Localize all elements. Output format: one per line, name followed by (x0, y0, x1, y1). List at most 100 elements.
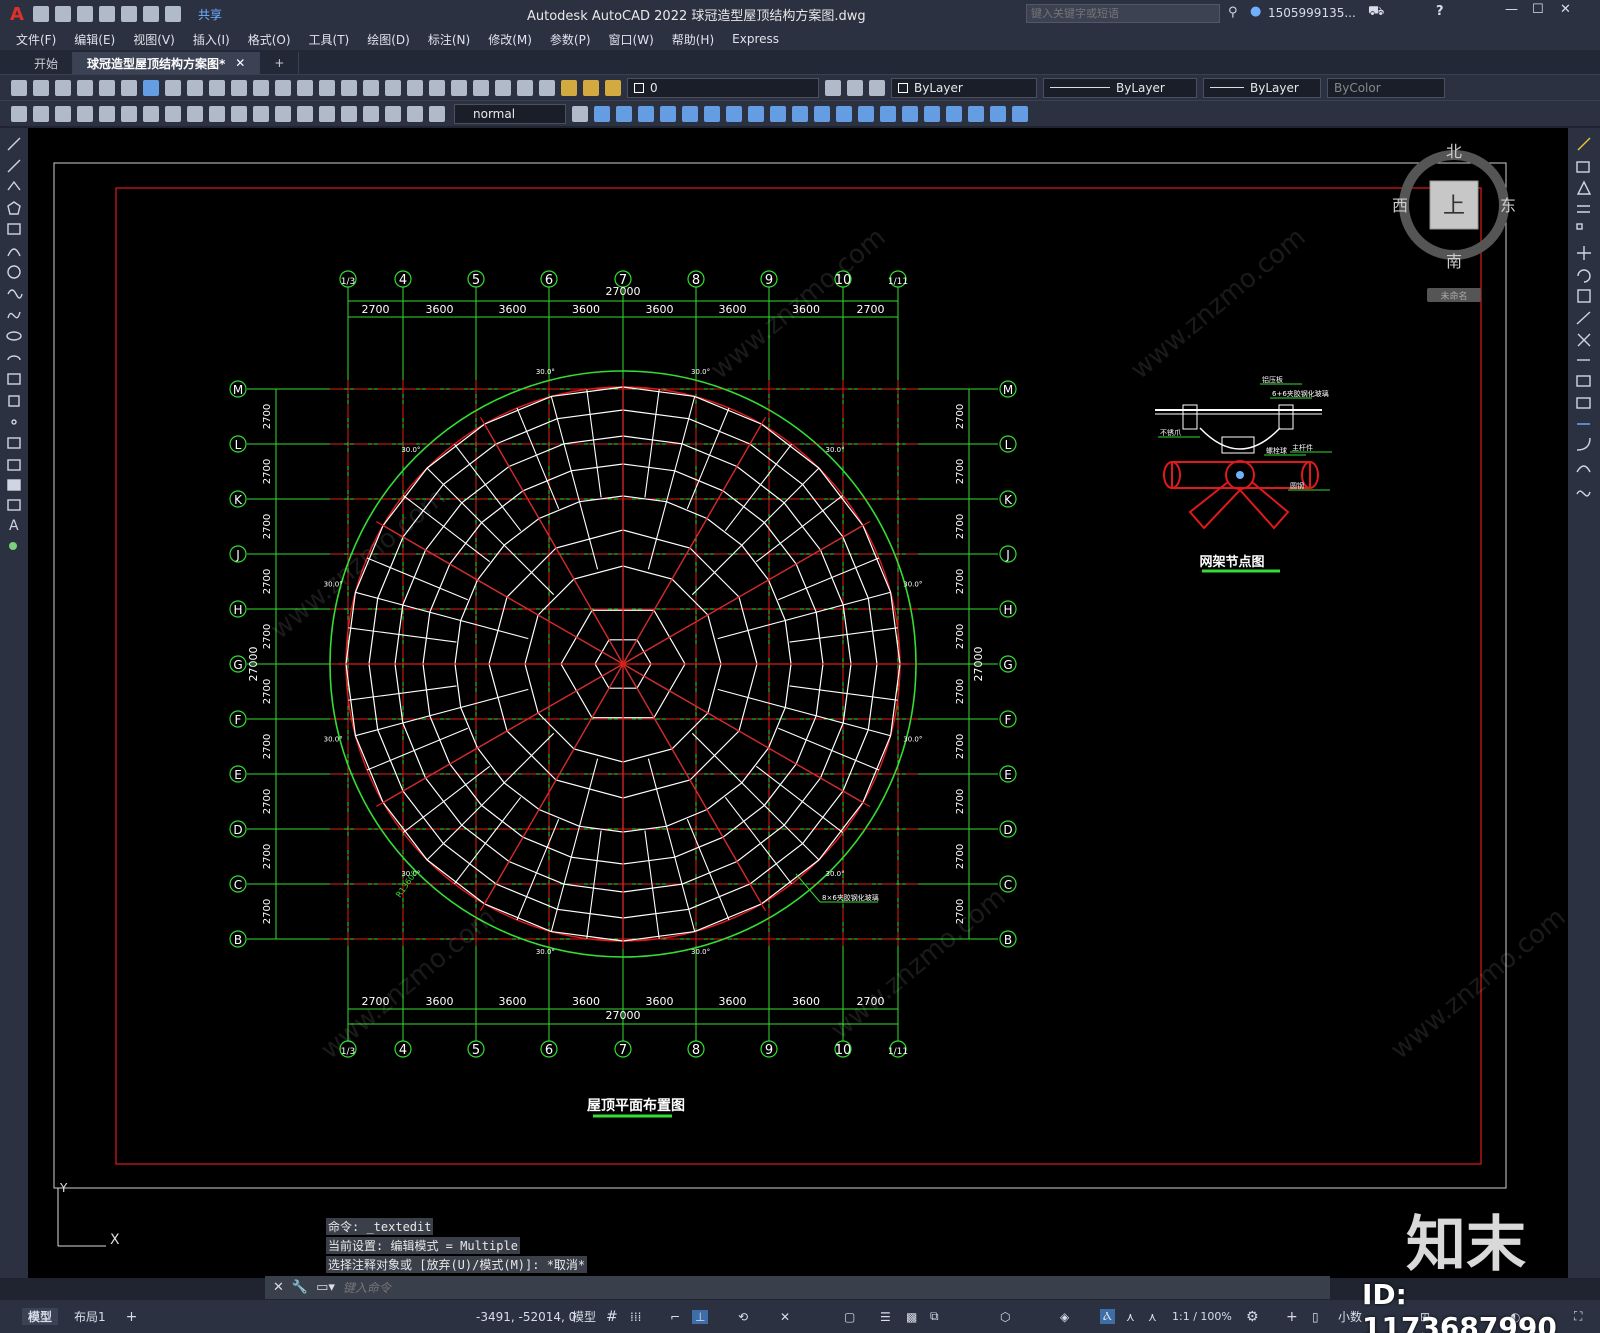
3d-move-icon[interactable] (946, 105, 962, 122)
menu-window[interactable]: 窗口(W) (609, 31, 654, 48)
redo-icon[interactable] (275, 79, 291, 96)
blend-icon[interactable] (1576, 465, 1591, 473)
menu-draw[interactable]: 绘图(D) (367, 31, 410, 48)
cone-icon[interactable] (638, 105, 654, 122)
open-icon[interactable] (54, 6, 71, 22)
layer-state-icon[interactable] (869, 79, 885, 96)
tolerance-icon[interactable] (297, 105, 313, 122)
center-mark-icon[interactable] (319, 105, 335, 122)
menu-dimension[interactable]: 标注(N) (428, 31, 470, 48)
layout-tab-1[interactable]: 布局1 (74, 1308, 106, 1325)
menu-parametric[interactable]: 参数(P) (550, 31, 591, 48)
revcloud-icon[interactable] (7, 289, 23, 299)
plot-icon[interactable] (120, 6, 137, 22)
xline-icon[interactable] (7, 159, 21, 173)
maximize-icon[interactable]: ☐ (1532, 2, 1544, 17)
properties-icon[interactable] (385, 79, 401, 96)
snap-icon[interactable]: ⁞⁞⁞ (630, 1310, 641, 1324)
model-space-toggle[interactable]: 模型 (572, 1308, 596, 1325)
layer-on-icon[interactable] (561, 79, 577, 96)
jogged-linear-icon[interactable] (363, 105, 379, 122)
gradient-icon[interactable] (7, 459, 21, 471)
ordinate-icon[interactable] (77, 105, 93, 122)
extrude-icon[interactable] (748, 105, 764, 122)
transparency-icon[interactable]: ▩ (906, 1310, 917, 1324)
lineweight-toggle-icon[interactable]: ☰ (880, 1310, 891, 1324)
polar-icon[interactable]: ⟲ (738, 1310, 748, 1324)
slice-icon[interactable] (902, 105, 918, 122)
spline-icon[interactable] (7, 311, 21, 319)
loft-icon[interactable] (814, 105, 830, 122)
point-icon[interactable] (11, 419, 17, 425)
quick-dim-icon[interactable] (187, 105, 203, 122)
menu-help[interactable]: 帮助(H) (672, 31, 714, 48)
command-input[interactable] (342, 1280, 1330, 1295)
layer-props-icon[interactable] (539, 79, 555, 96)
scale-icon[interactable] (1577, 289, 1591, 303)
help-button[interactable]: ? (1436, 4, 1444, 19)
sphere-icon[interactable] (660, 105, 676, 122)
line-icon[interactable] (7, 137, 21, 151)
3dosnap-icon[interactable]: ⬡ (1000, 1310, 1010, 1324)
zoom-window-icon[interactable] (341, 79, 357, 96)
cylinder-icon[interactable] (616, 105, 632, 122)
break-icon[interactable] (1576, 375, 1591, 387)
aligned-dim-icon[interactable] (33, 105, 49, 122)
units-value[interactable]: 小数 (1338, 1308, 1362, 1325)
baseline-icon[interactable] (209, 105, 225, 122)
arc-icon[interactable] (7, 248, 21, 257)
menu-tools[interactable]: 工具(T) (309, 31, 350, 48)
selection-cycling-icon[interactable]: ⧉ (930, 1309, 939, 1324)
mtext-icon[interactable]: A (9, 518, 19, 534)
menu-view[interactable]: 视图(V) (133, 31, 175, 48)
osnap-icon[interactable]: ▢ (844, 1310, 855, 1324)
calc-icon[interactable] (495, 79, 511, 96)
dynamic-ucs-icon[interactable]: ◈ (1060, 1310, 1069, 1324)
ellipse-icon[interactable] (6, 331, 22, 341)
angular-dim-icon[interactable] (165, 105, 181, 122)
layer-freeze-icon[interactable] (583, 79, 599, 96)
linetype-dropdown[interactable]: ByLayer (1043, 77, 1197, 98)
jogged-icon[interactable] (121, 105, 137, 122)
layer-prev-icon[interactable] (847, 79, 863, 96)
cart-icon[interactable]: ⛟ (1368, 4, 1384, 21)
tool-palette-icon[interactable] (429, 79, 445, 96)
saveas-icon[interactable] (98, 6, 115, 22)
copy-object-icon[interactable] (1576, 161, 1590, 173)
close-icon[interactable]: ✕ (1560, 2, 1571, 17)
save-icon[interactable] (55, 79, 71, 96)
trim-icon[interactable] (1577, 333, 1591, 347)
isodraft-icon[interactable]: ✕ (780, 1310, 790, 1324)
box-icon[interactable] (594, 105, 610, 122)
lineweight-dropdown[interactable]: ByLayer (1203, 77, 1321, 98)
workspace-gear-icon[interactable]: ⚙ (1246, 1309, 1259, 1325)
make-block-icon[interactable] (8, 395, 20, 407)
arc-length-icon[interactable] (55, 105, 71, 122)
polyline-icon[interactable] (7, 180, 21, 191)
share-button[interactable]: 共享 (198, 6, 222, 23)
undo-icon[interactable] (253, 79, 269, 96)
undo-icon[interactable] (142, 6, 159, 22)
add-selected-icon[interactable] (9, 542, 17, 550)
mirror-icon[interactable] (1576, 180, 1592, 195)
hatch-icon[interactable] (7, 437, 21, 449)
help-icon[interactable] (517, 79, 533, 96)
menu-file[interactable]: 文件(F) (16, 31, 56, 48)
menu-express[interactable]: Express (732, 32, 779, 46)
make-current-icon[interactable] (825, 79, 841, 96)
copy-icon[interactable] (187, 79, 203, 96)
textstyle-dropdown[interactable]: normal (454, 103, 566, 124)
explode-icon[interactable] (1576, 490, 1591, 497)
subtract-icon[interactable] (858, 105, 874, 122)
layer-dropdown[interactable]: 0 (627, 77, 819, 98)
save-icon[interactable] (76, 6, 93, 22)
menu-edit[interactable]: 编辑(E) (74, 31, 115, 48)
annotation-visibility-icon[interactable]: Ⲁ (1100, 1309, 1115, 1324)
customize-icon[interactable]: 🔧 (292, 1280, 308, 1295)
wedge-icon[interactable] (704, 105, 720, 122)
open-icon[interactable] (33, 79, 49, 96)
region-icon[interactable] (7, 479, 21, 491)
union-icon[interactable] (836, 105, 852, 122)
rectangle-icon[interactable] (7, 223, 21, 235)
annotation-monitor-icon[interactable]: + (1286, 1309, 1298, 1325)
